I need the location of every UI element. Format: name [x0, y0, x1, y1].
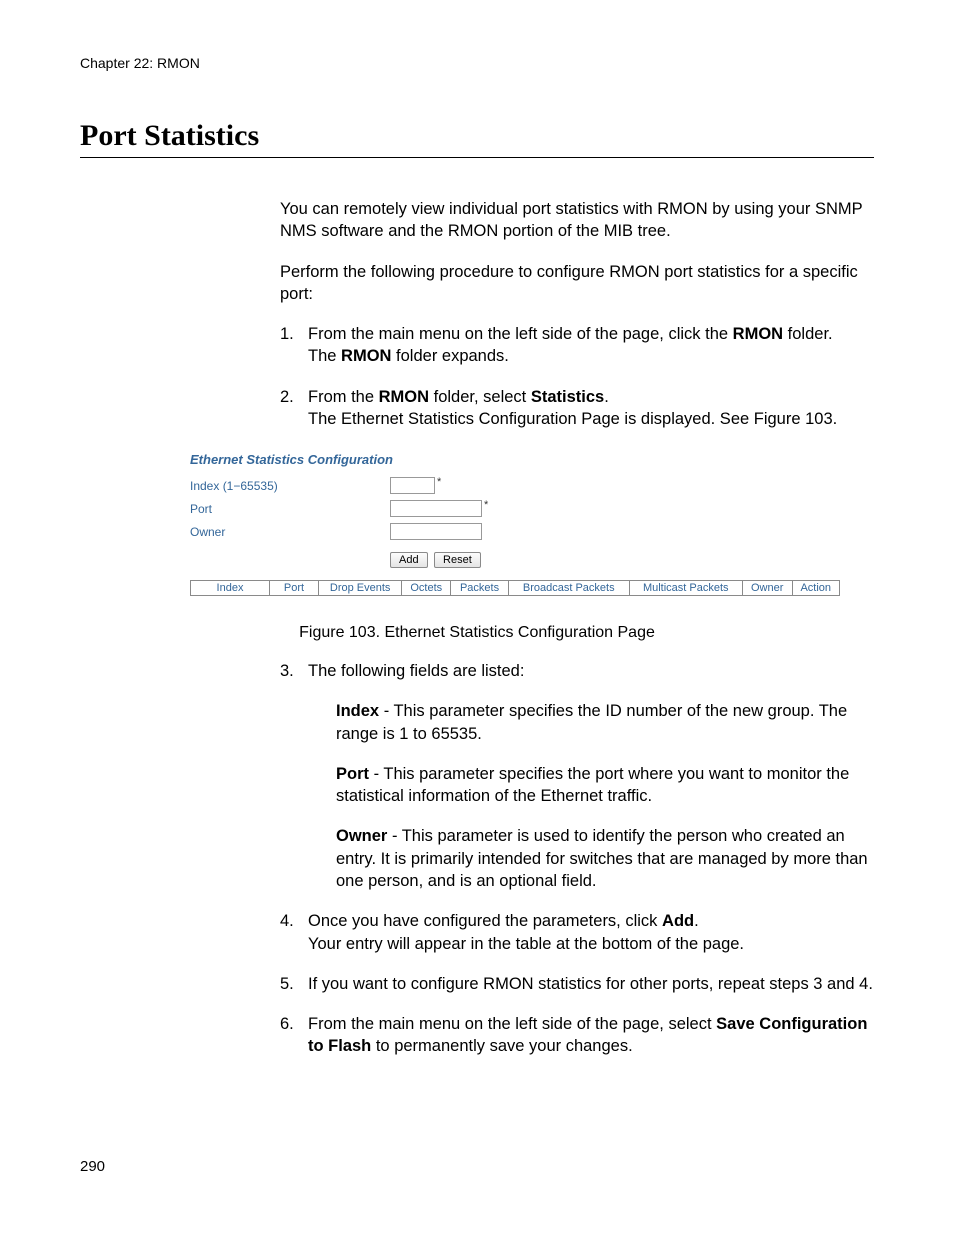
label-owner: Owner	[190, 525, 390, 539]
step-2-text: From the RMON folder, select Statistics.…	[308, 386, 874, 431]
required-asterisk: *	[435, 476, 441, 488]
label-index: Index (1−65535)	[190, 479, 390, 493]
col-action: Action	[792, 581, 839, 596]
col-port: Port	[270, 581, 319, 596]
col-index: Index	[191, 581, 270, 596]
page-title: Port Statistics	[80, 119, 874, 153]
step-3-text: The following fields are listed:	[308, 660, 874, 682]
intro-paragraph-1: You can remotely view individual port st…	[280, 198, 874, 243]
step-number-3: 3.	[280, 660, 308, 682]
col-owner: Owner	[742, 581, 792, 596]
figure-heading: Ethernet Statistics Configuration	[190, 448, 840, 477]
def-owner: Owner - This parameter is used to identi…	[336, 825, 874, 892]
step-number-5: 5.	[280, 973, 308, 995]
step-6-text: From the main menu on the left side of t…	[308, 1013, 874, 1058]
add-button[interactable]: Add	[390, 552, 428, 568]
stats-table: Index Port Drop Events Octets Packets Br…	[190, 580, 840, 596]
col-octets: Octets	[402, 581, 451, 596]
intro-paragraph-2: Perform the following procedure to confi…	[280, 261, 874, 306]
input-owner[interactable]	[390, 523, 482, 540]
required-asterisk: *	[482, 499, 488, 511]
step-number-6: 6.	[280, 1013, 308, 1058]
label-port: Port	[190, 502, 390, 516]
def-index: Index - This parameter specifies the ID …	[336, 700, 874, 745]
page-number: 290	[80, 1158, 105, 1175]
col-packets: Packets	[451, 581, 509, 596]
step-5-text: If you want to configure RMON statistics…	[308, 973, 874, 995]
input-index[interactable]	[390, 477, 435, 494]
step-number-1: 1.	[280, 323, 308, 368]
figure-caption: Figure 103. Ethernet Statistics Configur…	[80, 624, 874, 642]
step-number-2: 2.	[280, 386, 308, 431]
step-4-text: Once you have configured the parameters,…	[308, 910, 874, 955]
step-number-4: 4.	[280, 910, 308, 955]
col-multicast: Multicast Packets	[629, 581, 742, 596]
reset-button[interactable]: Reset	[434, 552, 481, 568]
table-header-row: Index Port Drop Events Octets Packets Br…	[191, 581, 840, 596]
chapter-label: Chapter 22: RMON	[80, 55, 874, 71]
col-broadcast: Broadcast Packets	[508, 581, 629, 596]
col-drop-events: Drop Events	[319, 581, 402, 596]
title-rule	[80, 157, 874, 158]
figure-103: Ethernet Statistics Configuration Index …	[190, 448, 840, 596]
step-1-text: From the main menu on the left side of t…	[308, 323, 874, 368]
input-port[interactable]	[390, 500, 482, 517]
def-port: Port - This parameter specifies the port…	[336, 763, 874, 808]
